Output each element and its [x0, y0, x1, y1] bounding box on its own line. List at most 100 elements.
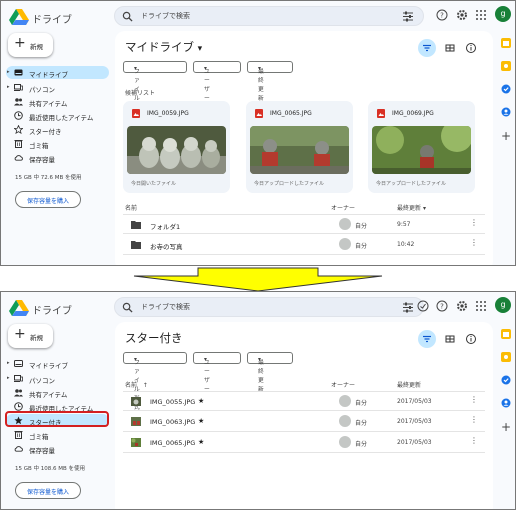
table-row[interactable]: フォルダ1 自分 9:57 ⋮ — [123, 214, 485, 234]
drive-window-my-drive: ドライブ ドライブで検索 ? g + 新規 ▸ マイドライブ ▸ パソコン 共有… — [0, 0, 516, 266]
offline-status-icon[interactable] — [417, 300, 429, 312]
expand-arrow-icon[interactable]: ▸ — [7, 84, 10, 90]
grid-view-icon[interactable] — [443, 41, 457, 55]
chevron-down-icon: ▾ — [134, 66, 137, 72]
column-header-modified[interactable]: 最終更新 — [397, 380, 421, 389]
filter-file-type-chip[interactable]: ファイル形式 ▾ — [123, 61, 187, 120]
info-icon[interactable] — [464, 41, 478, 55]
page-title[interactable]: マイドライブ ▾ — [125, 39, 202, 55]
card-subtitle: 今日アップロードしたファイル — [254, 181, 325, 187]
column-header-owner[interactable]: オーナー — [331, 380, 355, 389]
apps-grid-icon[interactable] — [475, 300, 487, 312]
account-avatar[interactable]: g — [495, 6, 511, 22]
card-title: IMG_0069.JPG — [392, 110, 434, 117]
more-actions-icon[interactable]: ⋮ — [470, 415, 478, 424]
tasks-icon[interactable] — [501, 84, 511, 94]
more-actions-icon[interactable]: ⋮ — [470, 436, 478, 445]
suggested-card[interactable]: IMG_0069.JPG 今日アップロードしたファイル — [368, 101, 475, 193]
sidebar-item-my-drive[interactable]: ▸ マイドライブ — [6, 66, 109, 79]
file-name: フォルダ1 — [150, 223, 181, 231]
computer-icon — [14, 84, 23, 91]
filter-view-button[interactable] — [418, 39, 436, 57]
table-row[interactable]: IMG_0055.JPG ★ 自分 2017/05/03 ⋮ — [123, 391, 485, 411]
table-row[interactable]: IMG_0063.JPG ★ 自分 2017/05/03 ⋮ — [123, 412, 485, 432]
folder-icon — [131, 241, 141, 249]
sidebar-item-storage[interactable]: 保存容量 — [6, 442, 109, 455]
computer-icon — [14, 375, 23, 382]
search-options-icon[interactable] — [402, 302, 414, 313]
search-icon — [122, 302, 133, 313]
more-actions-icon[interactable]: ⋮ — [470, 395, 478, 404]
contacts-icon[interactable] — [501, 107, 511, 117]
table-row[interactable]: IMG_0065.JPG ★ 自分 2017/05/03 ⋮ — [123, 433, 485, 453]
new-button[interactable]: + 新規 — [8, 33, 53, 57]
sidebar-item-shared[interactable]: 共有アイテム — [6, 386, 109, 399]
sidebar-item-my-drive[interactable]: ▸ マイドライブ — [6, 357, 109, 370]
search-options-icon[interactable] — [402, 11, 414, 22]
sidebar-item-recent[interactable]: 最近使用したアイテム — [6, 109, 109, 122]
expand-arrow-icon[interactable]: ▸ — [7, 69, 10, 75]
my-drive-icon — [14, 360, 23, 367]
more-actions-icon[interactable]: ⋮ — [470, 218, 478, 227]
filter-modified-chip[interactable]: 最終更新 ▾ — [247, 61, 293, 102]
help-icon[interactable]: ? — [436, 300, 448, 312]
settings-gear-icon[interactable] — [456, 300, 468, 312]
expand-arrow-icon[interactable]: ▸ — [7, 360, 10, 366]
keep-icon[interactable] — [501, 352, 511, 362]
title-dropdown-caret[interactable]: ▾ — [198, 44, 203, 54]
filter-user-chip[interactable]: ユーザー ▾ — [193, 352, 241, 393]
table-row[interactable]: お寺の写真 自分 10:42 ⋮ — [123, 235, 485, 255]
owner-avatar — [339, 395, 351, 407]
search-bar[interactable]: ドライブで検索 — [114, 297, 424, 317]
add-addon-icon[interactable]: + — [501, 420, 511, 434]
new-button[interactable]: + 新規 — [8, 324, 53, 348]
search-bar[interactable]: ドライブで検索 — [114, 6, 424, 26]
file-name: お寺の写真 — [150, 243, 183, 251]
account-avatar[interactable]: g — [495, 297, 511, 313]
expand-arrow-icon[interactable]: ▸ — [7, 375, 10, 381]
keep-icon[interactable] — [501, 61, 511, 71]
sidebar-item-label: 保存容量 — [29, 156, 55, 164]
column-header-owner[interactable]: オーナー — [331, 203, 355, 212]
help-icon[interactable]: ? — [436, 9, 448, 21]
filter-view-button[interactable] — [418, 330, 436, 348]
more-actions-icon[interactable]: ⋮ — [470, 238, 478, 247]
contacts-icon[interactable] — [501, 398, 511, 408]
chevron-down-icon: ▾ — [258, 66, 261, 72]
column-header-name[interactable]: 名前 — [125, 203, 137, 212]
settings-gear-icon[interactable] — [456, 9, 468, 21]
info-icon[interactable] — [464, 332, 478, 346]
image-thumbnail-icon — [131, 417, 141, 426]
suggested-list-label: 候補リスト — [125, 90, 156, 97]
calendar-icon[interactable] — [501, 38, 511, 48]
page-title: スター付き — [125, 331, 183, 345]
sidebar-item-storage[interactable]: 保存容量 — [6, 151, 109, 164]
chevron-down-icon: ▾ — [204, 357, 207, 363]
buy-storage-button[interactable]: 保存容量を購入 — [15, 482, 81, 499]
column-header-modified[interactable]: 最終更新 ▾ — [397, 203, 426, 212]
grid-view-icon[interactable] — [443, 332, 457, 346]
filter-file-type-chip[interactable]: ファイル形式 ▾ — [123, 352, 187, 411]
apps-grid-icon[interactable] — [475, 9, 487, 21]
add-addon-icon[interactable]: + — [501, 129, 511, 143]
sidebar-item-label: ゴミ箱 — [29, 142, 49, 150]
sidebar-item-computers[interactable]: ▸ パソコン — [6, 372, 109, 385]
sidebar-item-shared[interactable]: 共有アイテム — [6, 95, 109, 108]
sidebar-item-trash[interactable]: ゴミ箱 — [6, 428, 109, 441]
cloud-icon — [14, 446, 23, 452]
column-header-name[interactable]: 名前 ↑ — [125, 380, 148, 389]
calendar-icon[interactable] — [501, 329, 511, 339]
sidebar-item-starred[interactable]: スター付き — [6, 123, 109, 136]
filter-modified-chip[interactable]: 最終更新 ▾ — [247, 352, 293, 393]
suggested-card[interactable]: IMG_0059.JPG 今日開いたファイル — [123, 101, 230, 193]
sort-arrow-icon[interactable]: ↑ — [143, 382, 148, 389]
sidebar-item-computers[interactable]: ▸ パソコン — [6, 81, 109, 94]
buy-storage-button[interactable]: 保存容量を購入 — [15, 191, 81, 208]
image-file-icon — [377, 109, 385, 118]
suggested-card[interactable]: IMG_0065.JPG 今日アップロードしたファイル — [246, 101, 353, 193]
filter-user-chip[interactable]: ユーザー ▾ — [193, 61, 241, 102]
cloud-icon — [14, 155, 23, 161]
sidebar-item-trash[interactable]: ゴミ箱 — [6, 137, 109, 150]
sort-arrow-icon: ▾ — [422, 205, 426, 212]
tasks-icon[interactable] — [501, 375, 511, 385]
